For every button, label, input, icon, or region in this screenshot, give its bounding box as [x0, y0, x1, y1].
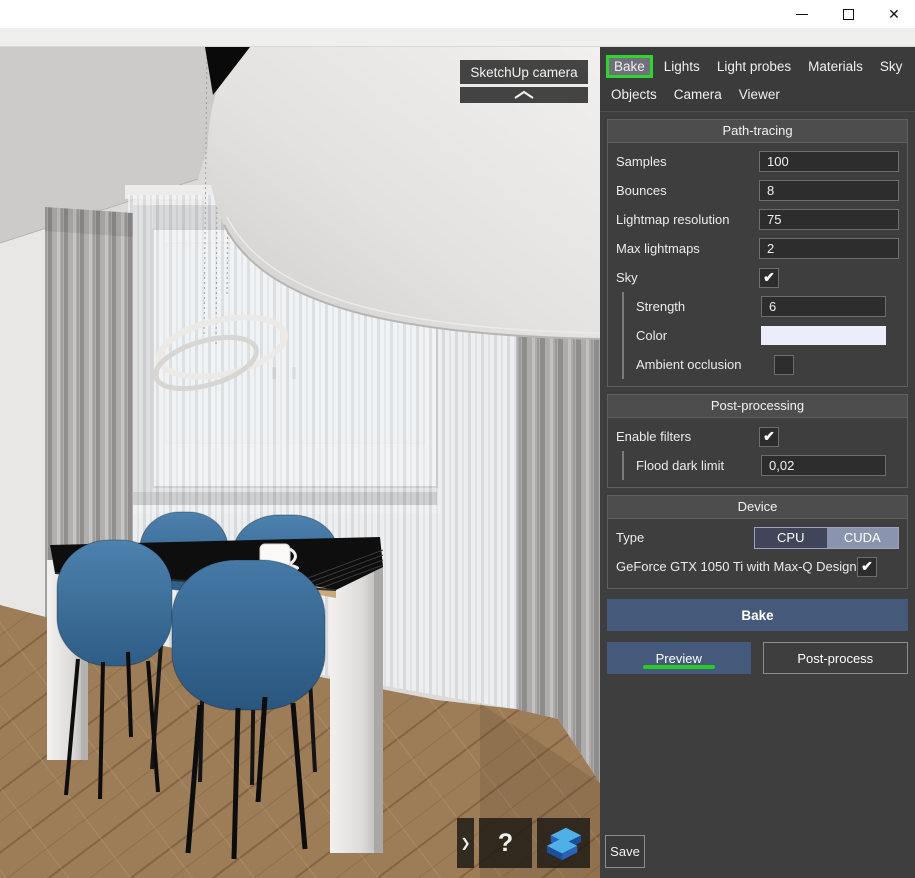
enable-filters-checkbox[interactable]: ✔ — [759, 427, 779, 447]
question-icon: ? — [498, 829, 513, 858]
sky-strength-input[interactable] — [761, 296, 886, 317]
preview-button[interactable]: Preview — [607, 642, 751, 674]
sky-label: Sky — [616, 270, 638, 285]
bounces-label: Bounces — [616, 183, 667, 198]
post-processing-title: Post-processing — [608, 395, 907, 418]
lightmap-resolution-input[interactable] — [759, 209, 899, 230]
max-lightmaps-input[interactable] — [759, 238, 899, 259]
enable-filters-label: Enable filters — [616, 429, 691, 444]
check-icon: ✔ — [861, 558, 873, 575]
preview-label: Preview — [656, 651, 702, 666]
panel-expand-button[interactable]: ❯ — [457, 818, 474, 868]
toolbar-strip — [0, 28, 915, 47]
post-processing-group: Post-processing Enable filters ✔ Flood d… — [607, 394, 908, 488]
tab-light-probes[interactable]: Light probes — [712, 56, 796, 77]
tab-materials[interactable]: Materials — [803, 56, 868, 77]
camera-mode-button[interactable]: SketchUp camera — [460, 60, 588, 84]
maximize-button[interactable] — [833, 0, 863, 28]
app-logo-button[interactable] — [537, 818, 590, 868]
app-logo-icon — [545, 825, 583, 861]
gpu-checkbox[interactable]: ✔ — [857, 557, 877, 577]
close-icon: ✕ — [888, 7, 900, 21]
tab-bar: Bake Lights Light probes Materials Sky O… — [600, 47, 915, 112]
tab-objects[interactable]: Objects — [606, 84, 662, 105]
post-process-label: Post-process — [797, 651, 873, 666]
minimize-button[interactable] — [787, 0, 817, 28]
minimize-icon — [796, 14, 808, 15]
device-title: Device — [608, 496, 907, 519]
dining-room-render — [0, 47, 600, 878]
device-group: Device Type CPU CUDA GeForce GTX 1050 Ti… — [607, 495, 908, 589]
flood-dark-limit-input[interactable] — [761, 455, 886, 476]
post-process-button[interactable]: Post-process — [763, 642, 909, 674]
samples-label: Samples — [616, 154, 667, 169]
viewport-3d-scene[interactable]: SketchUp camera ❯ ? — [0, 47, 600, 878]
preview-active-underline — [643, 665, 715, 669]
tab-sky[interactable]: Sky — [875, 56, 908, 77]
bake-button[interactable]: Bake — [607, 599, 908, 631]
titlebar: ✕ — [0, 0, 915, 28]
ambient-occlusion-label: Ambient occlusion — [636, 357, 742, 372]
settings-panel: Bake Lights Light probes Materials Sky O… — [600, 47, 915, 878]
max-lightmaps-label: Max lightmaps — [616, 241, 700, 256]
tab-viewer[interactable]: Viewer — [734, 84, 785, 105]
samples-input[interactable] — [759, 151, 899, 172]
camera-mode-label: SketchUp camera — [470, 65, 577, 80]
sky-strength-label: Strength — [636, 299, 685, 314]
device-type-segmented: CPU CUDA — [754, 527, 899, 549]
lightmap-resolution-label: Lightmap resolution — [616, 212, 729, 227]
tab-camera[interactable]: Camera — [669, 84, 727, 105]
chevron-up-icon — [512, 90, 536, 100]
tab-lights[interactable]: Lights — [659, 56, 705, 77]
chevron-right-icon: ❯ — [460, 836, 470, 850]
check-icon: ✔ — [763, 428, 775, 445]
tab-bake[interactable]: Bake — [606, 55, 653, 78]
path-tracing-title: Path-tracing — [608, 120, 907, 143]
flood-dark-limit-label: Flood dark limit — [636, 458, 724, 473]
device-type-label: Type — [616, 530, 644, 545]
bounces-input[interactable] — [759, 180, 899, 201]
sky-color-swatch[interactable] — [761, 326, 886, 345]
sky-checkbox[interactable]: ✔ — [759, 268, 779, 288]
path-tracing-group: Path-tracing Samples Bounces Lightmap re… — [607, 119, 908, 387]
gpu-name-label: GeForce GTX 1050 Ti with Max-Q Design — [616, 559, 857, 574]
save-button[interactable]: Save — [605, 835, 645, 868]
close-button[interactable]: ✕ — [879, 0, 909, 28]
help-button[interactable]: ? — [479, 818, 532, 868]
device-cuda-option[interactable]: CUDA — [827, 528, 899, 548]
ambient-occlusion-checkbox[interactable] — [774, 355, 794, 375]
check-icon: ✔ — [763, 269, 775, 286]
camera-collapse-button[interactable] — [460, 87, 588, 103]
maximize-icon — [843, 9, 854, 20]
device-cpu-option[interactable]: CPU — [755, 528, 827, 548]
sky-color-label: Color — [636, 328, 667, 343]
